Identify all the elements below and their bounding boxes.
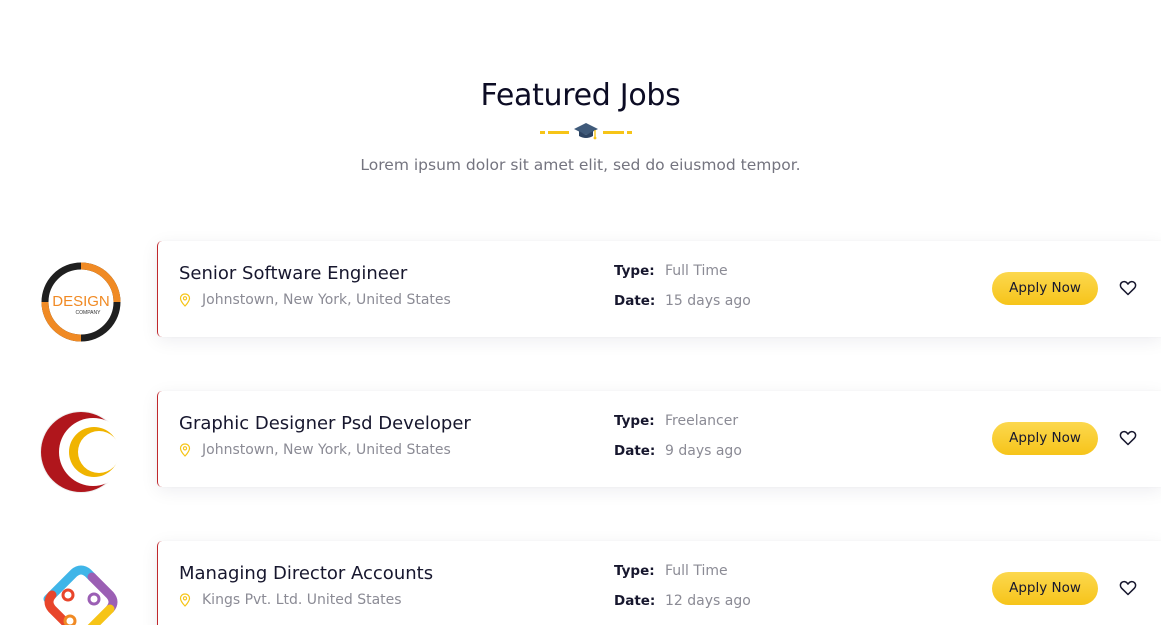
type-label: Type: [614, 563, 655, 579]
date-label: Date: [614, 293, 656, 309]
job-type: Type: Freelancer [614, 413, 738, 429]
job-date: Date: 9 days ago [614, 443, 742, 459]
apply-now-button[interactable]: Apply Now [992, 572, 1098, 605]
heart-icon[interactable] [1119, 279, 1137, 297]
date-value: 12 days ago [665, 593, 751, 609]
job-location: Johnstown, New York, United States [179, 292, 451, 308]
job-title[interactable]: Graphic Designer Psd Developer [179, 413, 471, 434]
type-value: Full Time [665, 263, 728, 279]
graduation-cap-icon [574, 123, 598, 140]
heart-icon[interactable] [1119, 429, 1137, 447]
design-company-logo: DESIGN COMPANY [41, 262, 121, 342]
job-listing: Managing Director Accounts Kings Pvt. Lt… [0, 541, 1161, 625]
job-type: Type: Full Time [614, 263, 728, 279]
job-listing: DESIGN COMPANY Senior Software Engineer … [0, 241, 1161, 342]
job-card[interactable]: Managing Director Accounts Kings Pvt. Lt… [157, 541, 1161, 625]
section-divider [540, 121, 632, 141]
map-pin-icon [179, 593, 191, 607]
date-label: Date: [614, 443, 656, 459]
crescent-ring-logo [40, 411, 124, 493]
date-value: 15 days ago [665, 293, 751, 309]
job-date: Date: 12 days ago [614, 593, 751, 609]
apply-now-button[interactable]: Apply Now [992, 272, 1098, 305]
map-pin-icon [179, 293, 191, 307]
svg-text:DESIGN: DESIGN [52, 293, 110, 310]
job-location-text: Johnstown, New York, United States [202, 292, 451, 308]
date-label: Date: [614, 593, 656, 609]
job-title[interactable]: Senior Software Engineer [179, 263, 407, 284]
type-value: Freelancer [665, 413, 739, 429]
svg-text:COMPANY: COMPANY [76, 310, 102, 316]
job-location-text: Johnstown, New York, United States [202, 442, 451, 458]
job-location-text: Kings Pvt. Ltd. United States [202, 592, 402, 608]
section-subtitle: Lorem ipsum dolor sit amet elit, sed do … [360, 156, 801, 174]
job-location: Kings Pvt. Ltd. United States [179, 592, 402, 608]
job-type: Type: Full Time [614, 563, 728, 579]
type-value: Full Time [665, 563, 728, 579]
job-card[interactable]: Senior Software Engineer Johnstown, New … [157, 241, 1161, 337]
job-card[interactable]: Graphic Designer Psd Developer Johnstown… [157, 391, 1161, 487]
map-pin-icon [179, 443, 191, 457]
featured-jobs-section: Featured Jobs Lorem ipsum dolor sit amet… [0, 0, 1161, 625]
heart-icon[interactable] [1119, 579, 1137, 597]
date-value: 9 days ago [665, 443, 742, 459]
type-label: Type: [614, 263, 655, 279]
job-location: Johnstown, New York, United States [179, 442, 451, 458]
apply-now-button[interactable]: Apply Now [992, 422, 1098, 455]
section-title: Featured Jobs [480, 78, 681, 113]
job-date: Date: 15 days ago [614, 293, 751, 309]
type-label: Type: [614, 413, 655, 429]
colorful-link-logo [43, 565, 118, 625]
job-title[interactable]: Managing Director Accounts [179, 563, 433, 584]
job-listing: Graphic Designer Psd Developer Johnstown… [0, 391, 1161, 493]
